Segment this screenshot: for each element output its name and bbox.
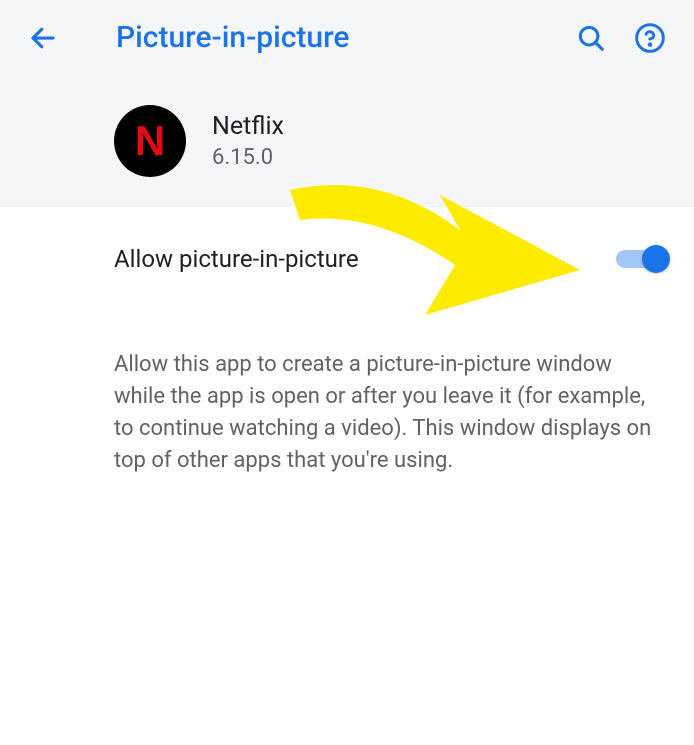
app-name: Netflix xyxy=(212,112,284,141)
app-version: 6.15.0 xyxy=(212,145,284,170)
pip-toggle[interactable] xyxy=(616,249,666,269)
back-arrow-icon[interactable] xyxy=(28,23,58,53)
setting-row: Allow picture-in-picture xyxy=(0,207,694,293)
app-icon: N xyxy=(114,105,186,177)
page-title: Picture-in-picture xyxy=(116,20,556,55)
action-icons xyxy=(576,22,666,54)
setting-label: Allow picture-in-picture xyxy=(114,245,359,273)
toolbar: Picture-in-picture xyxy=(0,0,694,75)
app-info: Netflix 6.15.0 xyxy=(212,112,284,170)
setting-description: Allow this app to create a picture-in-pi… xyxy=(0,293,694,497)
toggle-thumb xyxy=(642,245,670,273)
app-icon-letter: N xyxy=(135,117,165,165)
app-info-row: N Netflix 6.15.0 xyxy=(0,75,694,177)
header-section: Picture-in-picture N Netflix 6. xyxy=(0,0,694,207)
help-icon[interactable] xyxy=(634,22,666,54)
search-icon[interactable] xyxy=(576,23,606,53)
